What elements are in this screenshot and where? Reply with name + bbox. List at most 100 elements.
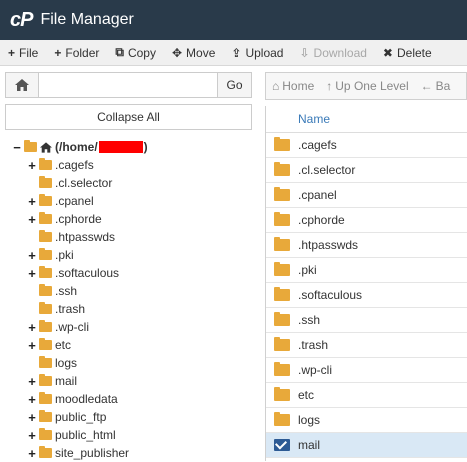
path-input[interactable] [38,72,218,98]
file-nav-bar: ⌂ Home ↑ Up One Level ← Ba [265,72,467,100]
expand-toggle-icon[interactable]: + [27,374,37,389]
file-row[interactable]: .softaculous [266,283,467,308]
tree-item[interactable]: logs [27,354,77,372]
name-column-header[interactable]: Name [266,106,467,133]
file-name: .trash [298,338,329,352]
tree-item[interactable]: .htpasswds [27,228,115,246]
tree-item[interactable]: + .softaculous [27,264,119,282]
tree-item[interactable]: + site_publisher [27,444,129,462]
tree-root[interactable]: − (/home/ ) [12,138,148,156]
toolbar: + File + Folder ⧉ Copy ✥ Move ⇪ Upload ⇩ Download ✖ D… [0,40,467,66]
file-table: Name .cagefs .cl.selector .cpanel .cphorde.… [265,106,467,461]
file-row[interactable]: logs [266,408,467,433]
file-row[interactable]: .htpasswds [266,233,467,258]
tree-item[interactable]: .trash [27,300,85,318]
delete-button[interactable]: ✖ Delete [375,40,440,66]
tree-item[interactable]: + .pki [27,246,73,264]
copy-button[interactable]: ⧉ Copy [107,40,164,66]
move-button[interactable]: ✥ Move [164,40,223,66]
tree-item-label: .cphorde [55,212,102,226]
app-title: File Manager [40,11,134,28]
expand-toggle-icon[interactable]: + [27,248,37,263]
go-button[interactable]: Go [217,72,252,98]
redacted-username [98,141,143,153]
nav-label: Home [282,79,315,93]
tree-root-suffix: ) [143,140,148,154]
nav-ba-button[interactable]: ← Ba [415,79,457,93]
upload-button[interactable]: ⇪ Upload [223,40,291,66]
move-icon: ✥ [171,45,183,60]
file-type-cell [266,262,298,276]
file-list-pane: ⌂ Home ↑ Up One Level ← Ba Name .cagefs .cl.se… [265,66,467,461]
home-directory-button[interactable] [5,72,39,98]
tree-item[interactable]: + etc [27,336,71,354]
file-row[interactable]: etc [266,383,467,408]
file-row[interactable]: .pki [266,258,467,283]
file-row[interactable]: .wp-cli [266,358,467,383]
tree-item[interactable]: + moodledata [27,390,118,408]
expand-toggle-icon[interactable]: + [27,446,37,461]
cpanel-logo[interactable]: cP [10,9,33,32]
file-row[interactable]: .cagefs [266,133,467,158]
file-row[interactable]: .cpanel [266,183,467,208]
upload-icon: ⇪ [231,45,242,60]
file-row[interactable]: .cl.selector [266,158,467,183]
folder-icon [39,374,52,386]
folder-icon [39,428,52,440]
app-header: cP File Manager [0,0,467,40]
tree-item-label: .ssh [55,284,78,298]
new-file-button[interactable]: + File [0,40,46,66]
tree-item[interactable]: + mail [27,372,77,390]
new-folder-icon: + [54,45,62,60]
tree-root-label: (/home/ [55,140,98,154]
file-row[interactable]: mail [266,433,467,458]
tree-item-label: site_publisher [55,446,130,460]
download-button[interactable]: ⇩ Download [291,40,374,66]
folder-icon [274,362,290,376]
tree-item[interactable]: .cl.selector [27,174,112,192]
nav-home-button[interactable]: ⌂ Home [266,79,320,93]
tree-item[interactable]: .ssh [27,282,77,300]
expand-toggle-icon[interactable]: + [27,266,37,281]
level-up-icon: ↑ [326,79,333,93]
folder-icon [274,387,290,401]
expand-toggle-icon[interactable]: + [27,194,37,209]
expand-toggle-icon[interactable]: + [27,410,37,425]
new-folder-button[interactable]: + Folder [46,40,107,66]
delete-button-label: Delete [396,45,432,60]
home-icon [15,79,29,91]
file-row[interactable]: .trash [266,333,467,358]
tree-item[interactable]: + .cagefs [27,156,94,174]
file-row[interactable]: .cphorde [266,208,467,233]
mail-folder-icon [274,439,290,451]
expand-toggle-icon[interactable]: + [27,338,37,353]
nav-label: Up One Level [335,79,409,93]
tree-item-label: mail [55,374,78,388]
file-name: .softaculous [298,288,363,302]
folder-icon [274,287,290,301]
collapse-toggle-icon[interactable]: − [12,140,22,155]
tree-item[interactable]: + .wp-cli [27,318,89,336]
expand-toggle-icon[interactable]: + [27,320,37,335]
expand-toggle-icon[interactable]: + [27,158,37,173]
tree-item[interactable]: + .cpanel [27,192,94,210]
file-row[interactable]: .ssh [266,308,467,333]
collapse-all-button[interactable]: Collapse All [5,104,252,130]
nav-up-one-level-button[interactable]: ↑ Up One Level [320,79,414,93]
file-name: etc [298,388,315,402]
copy-button-label: Copy [127,45,156,60]
expand-toggle-icon[interactable]: + [27,428,37,443]
file-name: .cl.selector [298,163,356,177]
file-type-cell [266,237,298,251]
file-type-cell [266,187,298,201]
tree-item[interactable]: + .cphorde [27,210,102,228]
tree-item[interactable]: + public_ftp [27,408,106,426]
file-type-cell [266,212,298,226]
download-button-label: Download [313,45,367,60]
file-type-cell [266,162,298,176]
expand-toggle-icon[interactable]: + [27,392,37,407]
expand-toggle-icon[interactable]: + [27,212,37,227]
file-name: .htpasswds [298,238,359,252]
nav-label: Ba [435,79,451,93]
tree-item[interactable]: + public_html [27,426,116,444]
